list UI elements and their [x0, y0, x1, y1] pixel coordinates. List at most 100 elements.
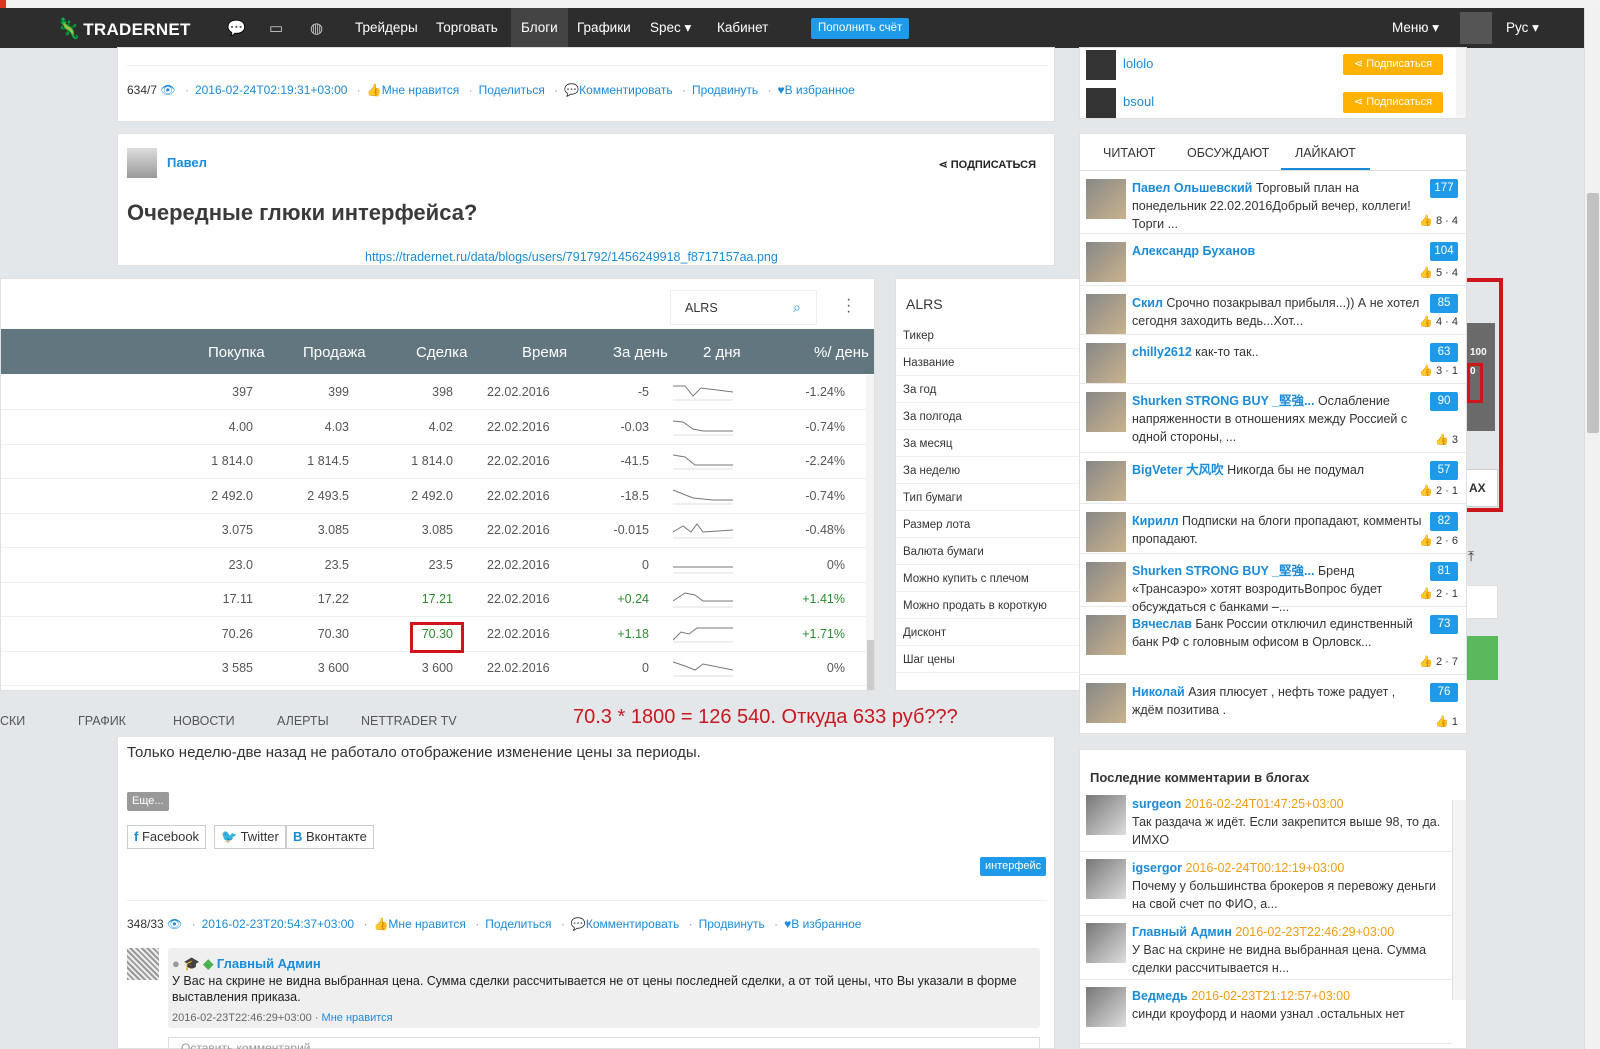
comment-snippet[interactable]: Главный Админ 2016-02-23T22:46:29+03:00 У… — [1132, 923, 1448, 977]
table-row[interactable]: 4.00 4.03 4.02 22.02.2016 -0.03 -0.74% — [1, 410, 866, 445]
avatar[interactable] — [1086, 562, 1126, 602]
col-bid[interactable]: Покупка — [208, 344, 265, 361]
list-scrollbar[interactable] — [1452, 800, 1466, 1000]
post-date-link[interactable]: 2016-02-23T20:54:37+03:00 — [202, 917, 354, 931]
table-row[interactable]: 3.075 3.085 3.085 22.02.2016 -0.015 -0.48% — [1, 513, 866, 548]
nav-spec[interactable]: Spec ▾ — [640, 8, 701, 48]
table-row[interactable]: 2 492.0 2 493.5 2 492.0 22.02.2016 -18.5 -0.7… — [1, 479, 866, 514]
avatar[interactable] — [1086, 859, 1126, 899]
favorite-link[interactable]: В избранное — [785, 83, 855, 97]
table-row[interactable]: 3 585 3 600 3 600 22.02.2016 0 0% — [1, 651, 866, 686]
author-link[interactable]: Павел Ольшевский — [1132, 181, 1252, 195]
tag-badge[interactable]: интерфейс — [980, 857, 1047, 876]
globe-icon[interactable]: ◍ — [310, 19, 323, 37]
more-vert-icon[interactable]: · · · — [846, 292, 851, 320]
ticker-search-input[interactable]: ALRS ⌕ — [670, 290, 817, 325]
share-vk-button[interactable]: B Вконтакте — [286, 825, 374, 849]
comment-link[interactable]: Комментировать — [586, 917, 679, 931]
comment-link[interactable]: Комментировать — [579, 83, 672, 97]
col-pct-day[interactable]: %/ день — [814, 344, 869, 361]
nav-cabinet[interactable]: Кабинет — [707, 8, 778, 48]
comment-snippet[interactable]: Ведмедь 2016-02-23T21:12:57+03:00 синди к… — [1132, 987, 1448, 1023]
post-snippet[interactable]: Павел Ольшевский Торговый план на понеде… — [1132, 179, 1422, 233]
author-link[interactable]: Кирилл — [1132, 514, 1179, 528]
avatar[interactable] — [1086, 242, 1126, 282]
subscribe-button[interactable]: ⋖ Подписаться — [1343, 54, 1443, 75]
author-link[interactable]: Павел — [167, 155, 207, 170]
promote-link[interactable]: Продвинуть — [699, 917, 765, 931]
author-link[interactable]: Александр Буханов — [1132, 244, 1255, 258]
comment-snippet[interactable]: surgeon 2016-02-24T01:47:25+03:00 Так раз… — [1132, 795, 1448, 849]
list-item[interactable]: Shurken STRONG BUY _堅強... Ослабление нап… — [1080, 384, 1466, 453]
author-link[interactable]: chilly2612 — [1132, 345, 1192, 359]
author-link[interactable]: Вячеслав — [1132, 617, 1192, 631]
image-url-link[interactable]: https://tradernet.ru/data/blogs/users/79… — [365, 250, 778, 264]
col-time[interactable]: Время — [522, 344, 567, 361]
more-button[interactable]: Еще... — [127, 792, 169, 811]
share-twitter-button[interactable]: 🐦 Twitter — [214, 825, 286, 849]
post-snippet[interactable]: chilly2612 как-то так.. — [1132, 343, 1422, 361]
share-link[interactable]: Поделиться — [485, 917, 551, 931]
list-item[interactable]: Александр Буханов 104 👍 5 · 4 — [1080, 234, 1466, 286]
favorite-link[interactable]: В избранное — [791, 917, 861, 931]
share-link[interactable]: Поделиться — [479, 83, 545, 97]
table-row[interactable]: 17.11 17.22 17.21 22.02.2016 +0.24 +1.41% — [1, 582, 866, 617]
page-scrollbar[interactable] — [1584, 8, 1600, 1049]
comment-author-link[interactable]: Главный Админ — [217, 956, 321, 971]
tab-chart[interactable]: ГРАФИК — [78, 714, 126, 728]
col-day-change[interactable]: За день — [613, 344, 668, 361]
monitor-icon[interactable]: ▭ — [269, 19, 283, 37]
avatar[interactable] — [1086, 683, 1126, 723]
comment-snippet[interactable]: igsergor 2016-02-24T00:12:19+03:00 Почему… — [1132, 859, 1448, 913]
like-link[interactable]: Мне нравится — [382, 83, 460, 97]
list-item[interactable]: Павел Ольшевский Торговый план на понеде… — [1080, 171, 1466, 234]
table-row[interactable]: 1 814.0 1 814.5 1 814.0 22.02.2016 -41.5 -2.2… — [1, 444, 866, 479]
tab-discussing[interactable]: ОБСУЖДАЮТ — [1187, 146, 1269, 160]
post-snippet[interactable]: Николай Азия плюсует , нефть тоже радует… — [1132, 683, 1422, 719]
post-snippet[interactable]: Shurken STRONG BUY _堅強... Ослабление нап… — [1132, 392, 1422, 446]
table-scrollbar[interactable] — [866, 375, 874, 690]
avatar[interactable] — [1086, 294, 1126, 334]
avatar[interactable] — [1086, 795, 1126, 835]
tab-liking[interactable]: ЛАЙКАЮТ — [1281, 146, 1370, 170]
nav-blogs[interactable]: Блоги — [511, 8, 568, 48]
subscribe-button[interactable]: ⋖ ПОДПИСАТЬСЯ — [938, 158, 1036, 171]
deposit-button[interactable]: Пополнить счёт — [811, 18, 910, 39]
chat-icon[interactable]: 💬 — [227, 19, 246, 37]
tab-news[interactable]: НОВОСТИ — [173, 714, 235, 728]
table-row[interactable]: 23.0 23.5 23.5 22.02.2016 0 0% — [1, 548, 866, 583]
post-snippet[interactable]: Кирилл Подписки на блоги пропадают, комм… — [1132, 512, 1422, 548]
list-item[interactable]: igsergor 2016-02-24T00:12:19+03:00 Почему… — [1080, 851, 1452, 916]
like-link[interactable]: Мне нравится — [388, 917, 466, 931]
author-link[interactable]: surgeon — [1132, 797, 1181, 811]
table-row[interactable]: 397 399 398 22.02.2016 -5 -1.24% — [1, 375, 866, 410]
tab-partial[interactable]: СКИ — [0, 714, 25, 728]
list-item[interactable]: Кирилл Подписки на блоги пропадают, комм… — [1080, 504, 1466, 554]
user-link[interactable]: lololo — [1123, 56, 1153, 71]
avatar[interactable] — [1086, 615, 1126, 655]
post-date-link[interactable]: 2016-02-24T02:19:31+03:00 — [195, 83, 347, 97]
nav-traders[interactable]: Трейдеры — [345, 8, 428, 48]
list-item[interactable]: Shurken STRONG BUY _堅強... Бренд «Трансаэ… — [1080, 554, 1466, 614]
logo[interactable]: 🦎 TRADERNET — [56, 16, 191, 41]
nav-charts[interactable]: Графики — [567, 8, 641, 48]
list-item[interactable]: Ведмедь 2016-02-23T21:12:57+03:00 синди к… — [1080, 979, 1452, 1044]
avatar[interactable] — [1086, 179, 1126, 219]
avatar[interactable] — [1086, 392, 1126, 432]
post-snippet[interactable]: Александр Буханов — [1132, 242, 1422, 260]
avatar[interactable] — [1086, 512, 1126, 552]
col-last[interactable]: Сделка — [416, 344, 467, 361]
arrow-up-icon[interactable]: ⤒ — [1468, 548, 1474, 565]
avatar[interactable] — [1086, 461, 1126, 501]
list-item[interactable]: chilly2612 как-то так.. 63 👍 3 · 1 — [1080, 335, 1466, 384]
avatar[interactable] — [1086, 987, 1126, 1027]
nav-trade[interactable]: Торговать — [426, 8, 508, 48]
avatar[interactable] — [1086, 343, 1126, 383]
avatar[interactable] — [1086, 50, 1116, 80]
menu-dropdown[interactable]: Меню ▾ — [1392, 8, 1439, 48]
author-link[interactable]: Главный Админ — [1132, 925, 1232, 939]
avatar[interactable] — [127, 948, 159, 980]
language-dropdown[interactable]: Рус ▾ — [1506, 8, 1539, 48]
list-item[interactable]: surgeon 2016-02-24T01:47:25+03:00 Так раз… — [1080, 787, 1452, 852]
author-link[interactable]: Shurken STRONG BUY _堅強... — [1132, 394, 1314, 408]
